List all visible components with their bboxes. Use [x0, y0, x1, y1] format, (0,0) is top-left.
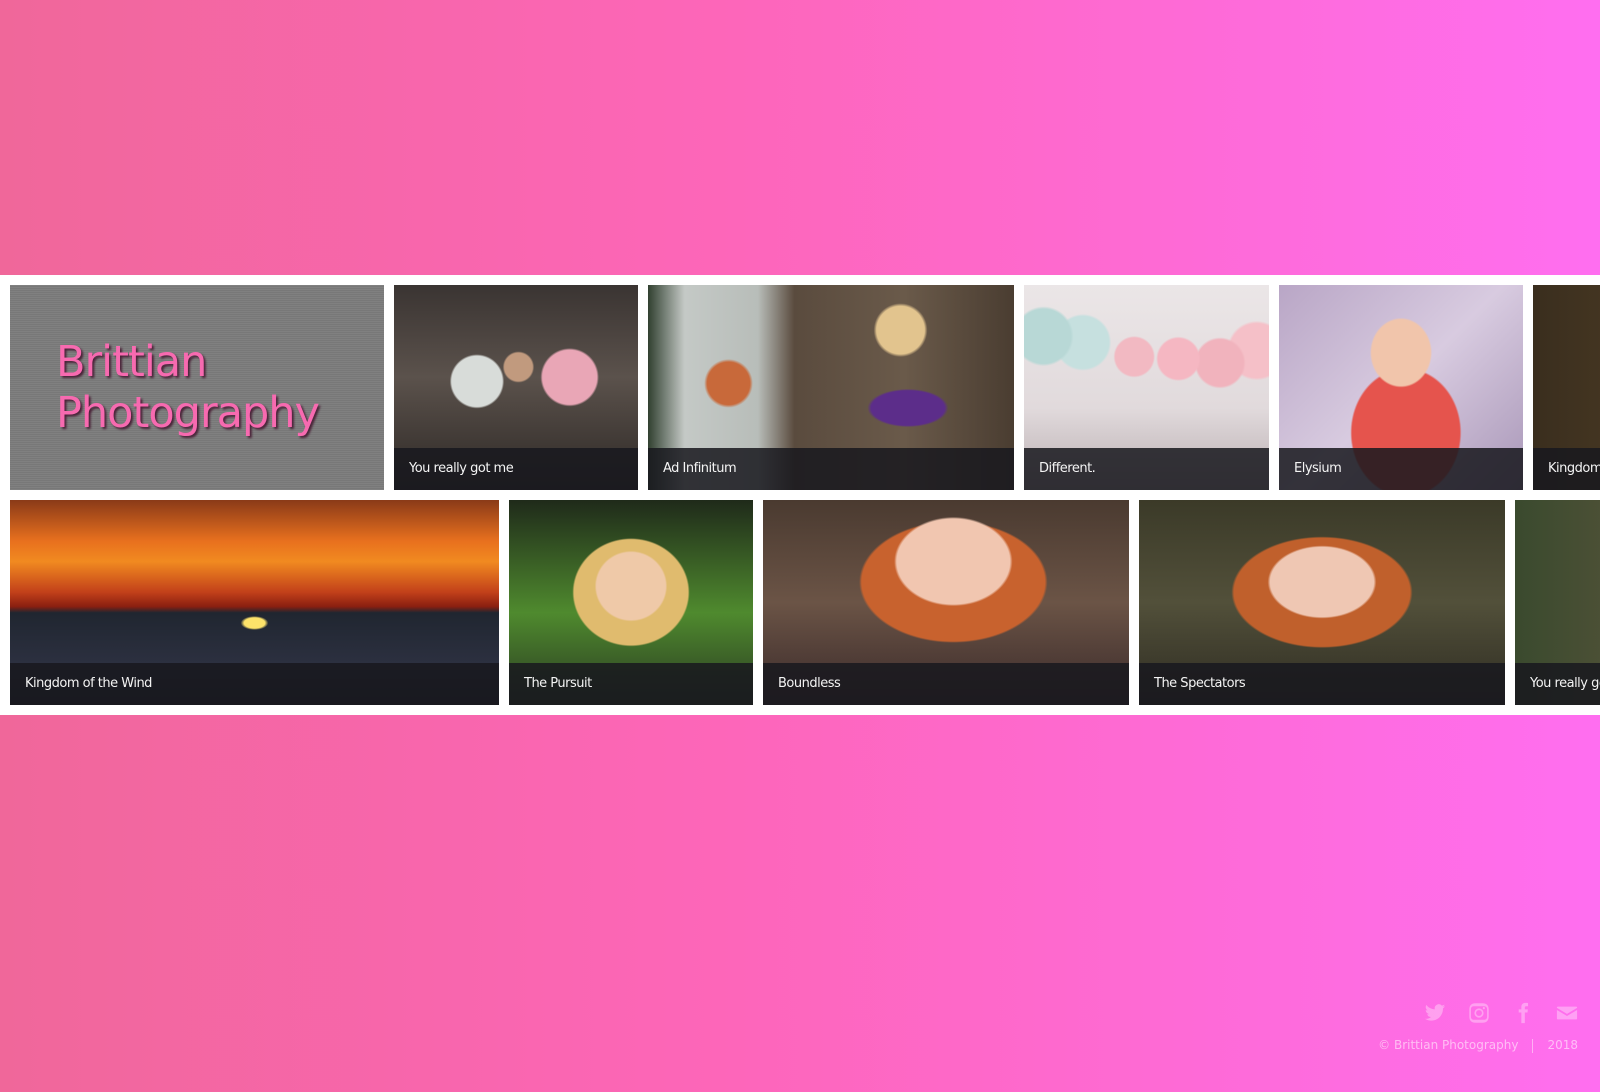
gallery-item-the-pursuit[interactable]: The Pursuit [509, 500, 753, 705]
gallery-item-elysium[interactable]: Elysium [1279, 285, 1523, 490]
gallery-item-caption: Ad Infinitum [648, 448, 1014, 490]
separator [1532, 1038, 1534, 1053]
site-title: Brittian Photography [56, 337, 320, 438]
gallery-item-caption: The Spectators [1139, 663, 1505, 705]
gallery-item-caption: Boundless [763, 663, 1129, 705]
twitter-icon[interactable] [1424, 1002, 1446, 1024]
copyright-line: © Brittian Photography 2018 [1378, 1038, 1578, 1053]
gallery-band: Brittian Photography You really got me A… [0, 275, 1600, 715]
gallery-item-you-really-got-me-partial[interactable]: You really got me [1515, 500, 1600, 705]
site-title-tile[interactable]: Brittian Photography [10, 285, 384, 490]
gallery-item-boundless[interactable]: Boundless [763, 500, 1129, 705]
copyright-year: 2018 [1547, 1038, 1578, 1052]
gallery-item-you-really-got-me[interactable]: You really got me [394, 285, 638, 490]
facebook-icon[interactable] [1512, 1002, 1534, 1024]
gallery-item-ad-infinitum[interactable]: Ad Infinitum [648, 285, 1014, 490]
gallery-item-caption: The Pursuit [509, 663, 753, 705]
gallery-item-caption: Different. [1024, 448, 1269, 490]
gallery-item-the-spectators[interactable]: The Spectators [1139, 500, 1505, 705]
gallery-row-2: Kingdom of the Wind The Pursuit Boundles… [10, 500, 1600, 705]
envelope-icon[interactable] [1556, 1002, 1578, 1024]
gallery-item-kingdom-of-the-wind-partial[interactable]: Kingdom of the Wind [1533, 285, 1600, 490]
gallery-row-1: Brittian Photography You really got me A… [10, 285, 1600, 490]
instagram-icon[interactable] [1468, 1002, 1490, 1024]
copyright-text: © Brittian Photography [1378, 1038, 1519, 1052]
social-links [1378, 1002, 1578, 1024]
footer: © Brittian Photography 2018 [1378, 1002, 1578, 1053]
gallery-item-caption: Kingdom of the Wind [10, 663, 499, 705]
gallery-item-kingdom-of-the-wind[interactable]: Kingdom of the Wind [10, 500, 499, 705]
gallery-item-caption: Kingdom of the Wind [1533, 448, 1600, 490]
gallery-item-different[interactable]: Different. [1024, 285, 1269, 490]
gallery-item-caption: Elysium [1279, 448, 1523, 490]
gallery-item-caption: You really got me [1515, 663, 1600, 705]
gallery-item-caption: You really got me [394, 448, 638, 490]
